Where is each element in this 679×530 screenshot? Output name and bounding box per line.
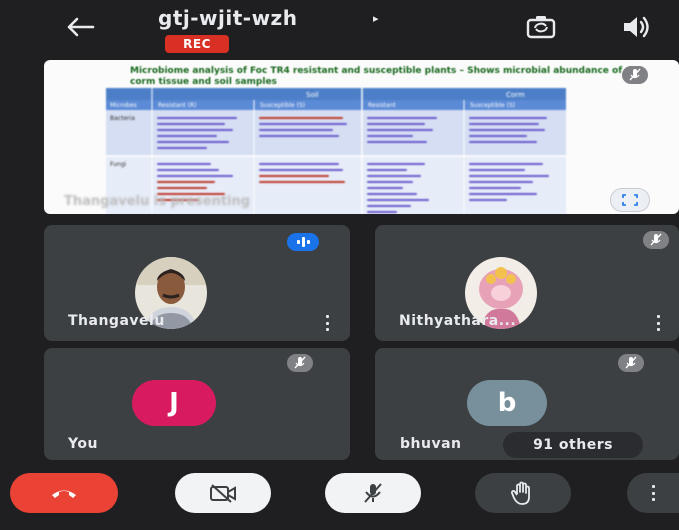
table-col-4: Susceptible (S) — [470, 102, 515, 109]
table-col-1: Resistant (R) — [158, 102, 196, 109]
more-options-button[interactable] — [627, 473, 679, 513]
table-group-corm: Corm — [506, 91, 525, 99]
table-row-bacteria: Bacteria — [110, 115, 135, 122]
mic-off-icon — [643, 231, 669, 249]
presentation-mic-off-icon — [622, 66, 648, 84]
phone-hangup-icon — [52, 490, 76, 498]
table-col-microbes: Microbes — [110, 102, 137, 109]
presentation-tile[interactable]: Microbiome analysis of Foc TR4 resistant… — [44, 60, 679, 214]
participant-name: Thangavelu — [68, 313, 165, 329]
participant-tile-nithyathara[interactable]: Nithyathara... — [375, 225, 679, 341]
fullscreen-icon — [622, 194, 638, 206]
switch-camera-button[interactable] — [522, 10, 560, 44]
end-call-button[interactable] — [10, 473, 118, 513]
raise-hand-button[interactable] — [475, 473, 571, 513]
back-button[interactable] — [60, 10, 100, 44]
more-vert-icon[interactable] — [324, 315, 330, 331]
top-bar: gtj-wjit-wzh ▸ REC — [0, 0, 679, 58]
slide-title: Microbiome analysis of Foc TR4 resistant… — [130, 66, 623, 87]
more-vert-icon — [650, 485, 656, 501]
participant-tile-thangavelu[interactable]: Thangavelu — [44, 225, 350, 341]
video-off-icon — [210, 484, 236, 503]
mic-off-icon — [364, 483, 382, 503]
camera-switch-icon — [526, 16, 556, 39]
table-row-fungi: Fungi — [110, 161, 127, 168]
avatar: b — [467, 380, 547, 426]
table-col-3: Resistant — [368, 102, 396, 109]
mic-off-icon — [618, 354, 644, 372]
participant-tile-you[interactable]: J You — [44, 348, 350, 460]
presenter-label: Thangavelu is presenting — [64, 194, 251, 209]
table-col-2: Susceptible (S) — [260, 102, 305, 109]
speaker-icon — [624, 16, 649, 38]
recording-badge: REC — [165, 35, 229, 53]
participant-name: You — [68, 436, 98, 452]
video-toggle-button[interactable] — [175, 473, 271, 513]
mic-toggle-button[interactable] — [325, 473, 421, 513]
participant-name: Nithyathara... — [399, 313, 517, 329]
meeting-code[interactable]: gtj-wjit-wzh — [158, 6, 297, 30]
mic-off-icon — [287, 354, 313, 372]
others-count-badge[interactable]: 91 others — [503, 432, 643, 458]
speaking-indicator-icon — [287, 233, 319, 251]
arrow-left-icon — [67, 17, 95, 37]
call-controls — [0, 465, 679, 530]
fullscreen-button[interactable] — [610, 188, 650, 212]
more-vert-icon[interactable] — [655, 315, 661, 331]
hand-icon — [511, 481, 530, 505]
meeting-info-caret[interactable]: ▸ — [373, 12, 379, 25]
avatar: J — [132, 380, 216, 426]
participant-name: bhuvan — [400, 436, 462, 452]
speaker-button[interactable] — [614, 10, 658, 44]
table-group-soil: Soil — [306, 91, 319, 99]
